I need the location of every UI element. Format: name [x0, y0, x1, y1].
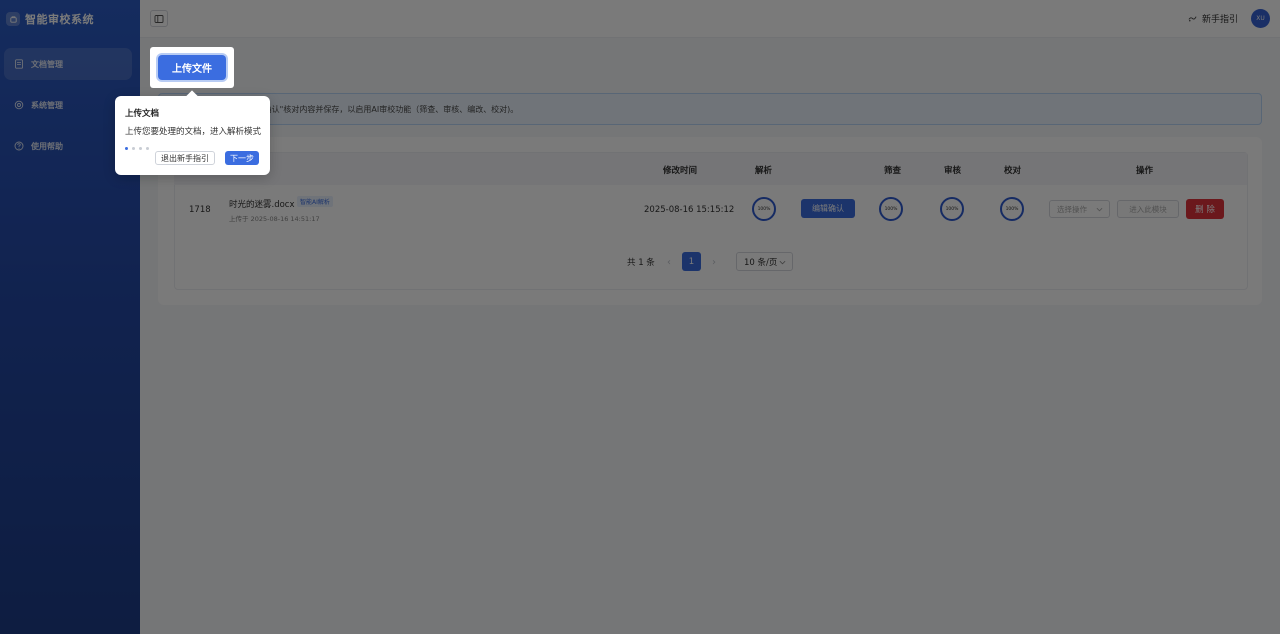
sidebar-item-documents[interactable]: 文档管理 — [4, 48, 132, 80]
tour-step-dot — [139, 147, 142, 150]
column-header-actions: 操作 — [1136, 166, 1154, 176]
action-select[interactable]: 选择操作 — [1049, 200, 1110, 218]
sidebar-item-label: 使用帮助 — [31, 141, 63, 151]
tour-step-dot — [146, 147, 149, 150]
column-header-screen: 筛查 — [884, 166, 902, 176]
document-icon — [14, 59, 24, 69]
tour-exit-button[interactable]: 退出新手指引 — [155, 151, 215, 165]
column-header-proof: 校对 — [1004, 166, 1022, 176]
tour-next-button[interactable]: 下一步 — [225, 151, 259, 165]
tour-step-dots — [125, 147, 153, 150]
guide-icon — [1188, 16, 1197, 22]
enter-module-button[interactable]: 进入此模块 — [1117, 200, 1179, 218]
chevron-down-icon — [1096, 207, 1103, 212]
guide-label: 新手指引 — [1201, 15, 1238, 25]
help-icon — [14, 141, 24, 151]
brand: 智能审校系统 — [0, 0, 140, 38]
sidebar-toggle-button[interactable] — [150, 10, 168, 27]
edit-confirm-button[interactable]: 编辑确认 — [801, 199, 855, 218]
sidebar-toggle-icon — [154, 14, 164, 23]
info-alert: 析完成后，请点击"编辑确认"核对内容并保存，以启用AI审校功能（筛查、审核、编改… — [158, 93, 1262, 125]
gear-icon — [14, 100, 24, 110]
tour-step-dot — [132, 147, 135, 150]
parse-progress-ring: 100% — [752, 197, 776, 221]
page-size-select[interactable]: 10 条/页 — [736, 252, 793, 271]
upload-button-highlighted[interactable]: 上传文件 — [158, 55, 226, 80]
pagination-page-1[interactable]: 1 — [682, 252, 701, 271]
review-progress-ring: 100% — [940, 197, 964, 221]
ai-parse-tag: 智能AI解析 — [297, 196, 333, 207]
sidebar-item-label: 文档管理 — [31, 59, 63, 69]
tour-title: 上传文档 — [125, 109, 160, 119]
column-header-modified: 修改时间 — [663, 166, 698, 176]
tour-description: 上传您要处理的文档，进入解析模式 — [125, 127, 262, 137]
row-modified-time: 2025-08-16 15:15:12 — [644, 205, 735, 215]
column-header-review: 审核 — [944, 166, 962, 176]
action-select-placeholder: 选择操作 — [1057, 204, 1087, 214]
pagination-prev-button[interactable]: ‹ — [660, 253, 678, 271]
row-filename[interactable]: 时光的迷雾.docx — [229, 198, 295, 210]
delete-button[interactable]: 删 除 — [1186, 199, 1224, 219]
sidebar-item-system[interactable]: 系统管理 — [4, 89, 132, 121]
column-header-parse: 解析 — [755, 166, 773, 176]
table-header — [174, 153, 1247, 185]
pagination-next-button[interactable]: › — [705, 253, 723, 271]
guide-link[interactable]: 新手指引 — [1188, 12, 1238, 25]
pagination-total: 共 1 条 — [627, 258, 655, 268]
sidebar-item-help[interactable]: 使用帮助 — [4, 130, 132, 162]
row-id: 1718 — [189, 205, 211, 215]
row-uploaded-time: 上传于 2025-08-16 14:51:17 — [229, 215, 320, 223]
sidebar-item-label: 系统管理 — [31, 100, 63, 110]
tour-step-dot — [125, 147, 128, 150]
screen-progress-ring: 100% — [879, 197, 903, 221]
app-title: 智能审校系统 — [25, 13, 94, 26]
avatar[interactable]: XU — [1251, 9, 1270, 28]
chevron-down-icon — [779, 260, 786, 265]
proof-progress-ring: 100% — [1000, 197, 1024, 221]
page-size-value: 10 条/页 — [744, 257, 778, 268]
top-header: 新手指引 XU — [140, 0, 1280, 38]
app-logo-icon — [6, 12, 20, 26]
